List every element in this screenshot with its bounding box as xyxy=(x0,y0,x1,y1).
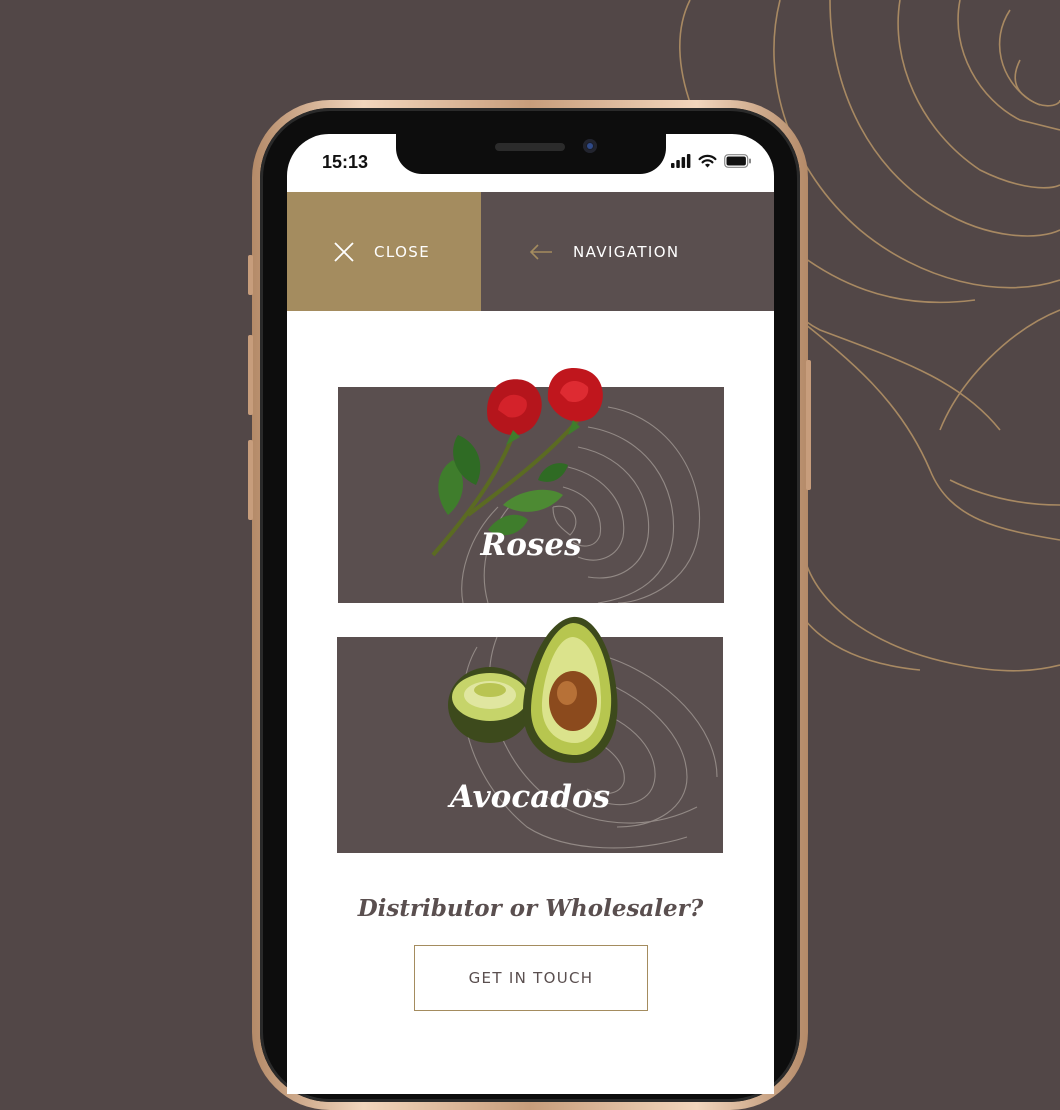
cellular-signal-icon xyxy=(671,154,691,168)
avocado-image xyxy=(448,616,618,763)
roses-card[interactable]: Roses xyxy=(338,368,724,603)
speaker-grille xyxy=(495,143,565,151)
get-in-touch-button[interactable]: GET IN TOUCH xyxy=(414,945,648,1011)
wifi-icon xyxy=(698,154,717,168)
phone-side-button xyxy=(248,255,253,295)
distributor-question: Distributor or Wholesaler? xyxy=(357,895,704,922)
avocados-title: Avocados xyxy=(449,779,611,815)
roses-title: Roses xyxy=(480,527,582,563)
close-label: CLOSE xyxy=(374,242,431,261)
close-button[interactable]: CLOSE xyxy=(287,192,481,311)
notch xyxy=(396,134,666,174)
phone-power-button xyxy=(806,360,811,490)
avocados-card[interactable]: Avocados xyxy=(337,616,723,853)
phone-volume-up-button xyxy=(248,335,253,415)
arrow-left-icon xyxy=(529,243,552,260)
phone-volume-down-button xyxy=(248,440,253,520)
navigation-back-button[interactable]: NAVIGATION xyxy=(481,192,774,311)
navigation-label: NAVIGATION xyxy=(573,242,680,261)
front-camera xyxy=(583,139,597,153)
status-time: 15:13 xyxy=(322,152,369,172)
get-in-touch-label: GET IN TOUCH xyxy=(468,969,594,987)
top-navigation-bar: CLOSE NAVIGATION xyxy=(287,192,774,311)
close-icon xyxy=(334,241,354,262)
battery-icon xyxy=(724,154,751,168)
status-icons xyxy=(671,154,752,168)
phone-screen: 15:13 CLOSE NAVIGATION Roses Avocados Di… xyxy=(287,134,774,1094)
